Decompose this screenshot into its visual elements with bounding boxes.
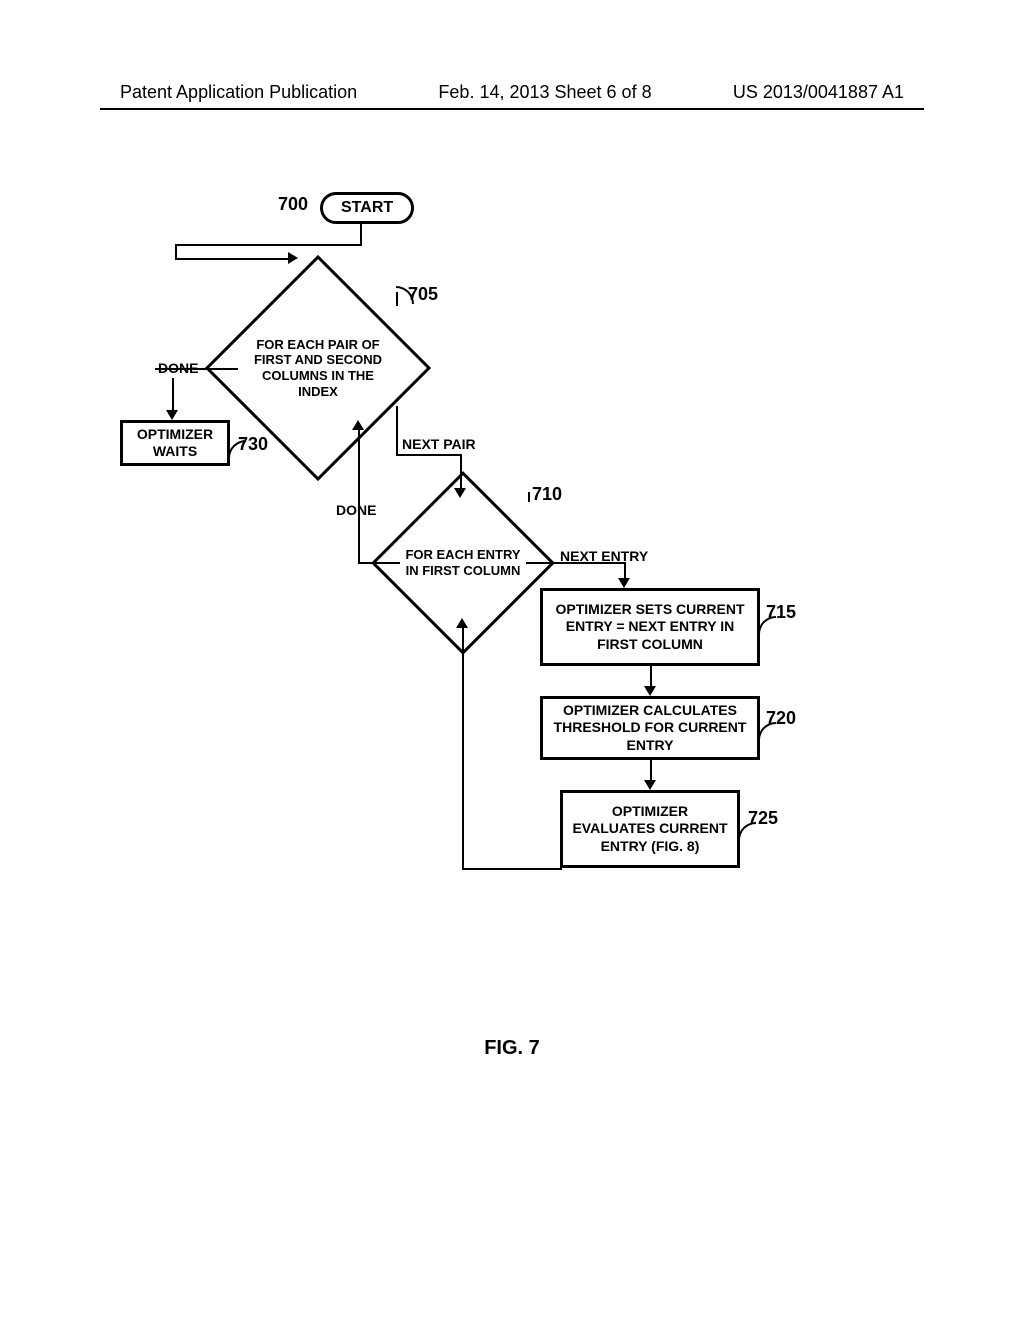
arrowhead-icon [288,252,298,264]
arrowhead-icon [166,410,178,420]
ref-hook [758,722,776,740]
header-mid-text: Feb. 14, 2013 Sheet 6 of 8 [438,82,651,103]
edge-label-done-2: DONE [336,502,376,518]
ref-700: 700 [278,194,308,215]
terminator-start: START [320,192,414,224]
edge-line [175,244,362,246]
edge-line [358,428,360,564]
ref-710: 710 [532,484,562,505]
header-left-text: Patent Application Publication [120,82,357,103]
terminator-start-label: START [341,199,393,216]
process-725: OPTIMIZER EVALUATES CURRENT ENTRY (FIG. … [560,790,740,868]
ref-hook [228,440,246,458]
edge-line [650,760,652,782]
arrowhead-icon [454,488,466,498]
edge-line [526,562,626,564]
edge-line [200,368,238,370]
decision-710: FOR EACH ENTRY IN FIRST COLUMN [398,498,528,628]
edge-line [172,378,174,412]
edge-line [460,454,462,472]
edge-label-next-pair: NEXT PAIR [402,436,476,452]
arrowhead-icon [456,618,468,628]
decision-705: FOR EACH PAIR OF FIRST AND SECOND COLUMN… [238,288,398,448]
ref-hook [758,616,776,634]
arrowhead-icon [618,578,630,588]
edge-line [360,224,362,244]
edge-line [396,406,398,454]
process-720: OPTIMIZER CALCULATES THRESHOLD FOR CURRE… [540,696,760,760]
edge-line [460,470,462,490]
edge-line [175,258,290,260]
ref-hook [738,822,756,840]
edge-line [155,368,203,370]
process-720-text: OPTIMIZER CALCULATES THRESHOLD FOR CURRE… [551,702,749,755]
figure-caption: FIG. 7 [0,1037,1024,1060]
figure-caption-text: FIG. 7 [484,1037,540,1059]
edge-line [396,454,462,456]
ref-hook-line [528,492,530,502]
arrowhead-icon [352,420,364,430]
process-725-text: OPTIMIZER EVALUATES CURRENT ENTRY (FIG. … [571,803,729,856]
arrowhead-icon [644,780,656,790]
flowchart-diagram: START 700 705 FOR EACH PAIR OF FIRST AND… [0,180,1024,1080]
arrowhead-icon [644,686,656,696]
process-715-text: OPTIMIZER SETS CURRENT ENTRY = NEXT ENTR… [551,601,749,654]
edge-line [462,626,464,870]
process-optimizer-waits-text: OPTIMIZER WAITS [131,426,219,461]
decision-710-text: FOR EACH ENTRY IN FIRST COLUMN [398,543,528,582]
page-header: Patent Application Publication Feb. 14, … [0,82,1024,103]
header-right-text: US 2013/0041887 A1 [733,82,904,103]
edge-line [358,562,400,564]
process-optimizer-waits: OPTIMIZER WAITS [120,420,230,466]
decision-705-text: FOR EACH PAIR OF FIRST AND SECOND COLUMN… [238,333,398,403]
process-715: OPTIMIZER SETS CURRENT ENTRY = NEXT ENTR… [540,588,760,666]
edge-line [650,666,652,688]
edge-line [175,244,177,258]
header-divider [100,108,924,110]
edge-line [462,868,562,870]
